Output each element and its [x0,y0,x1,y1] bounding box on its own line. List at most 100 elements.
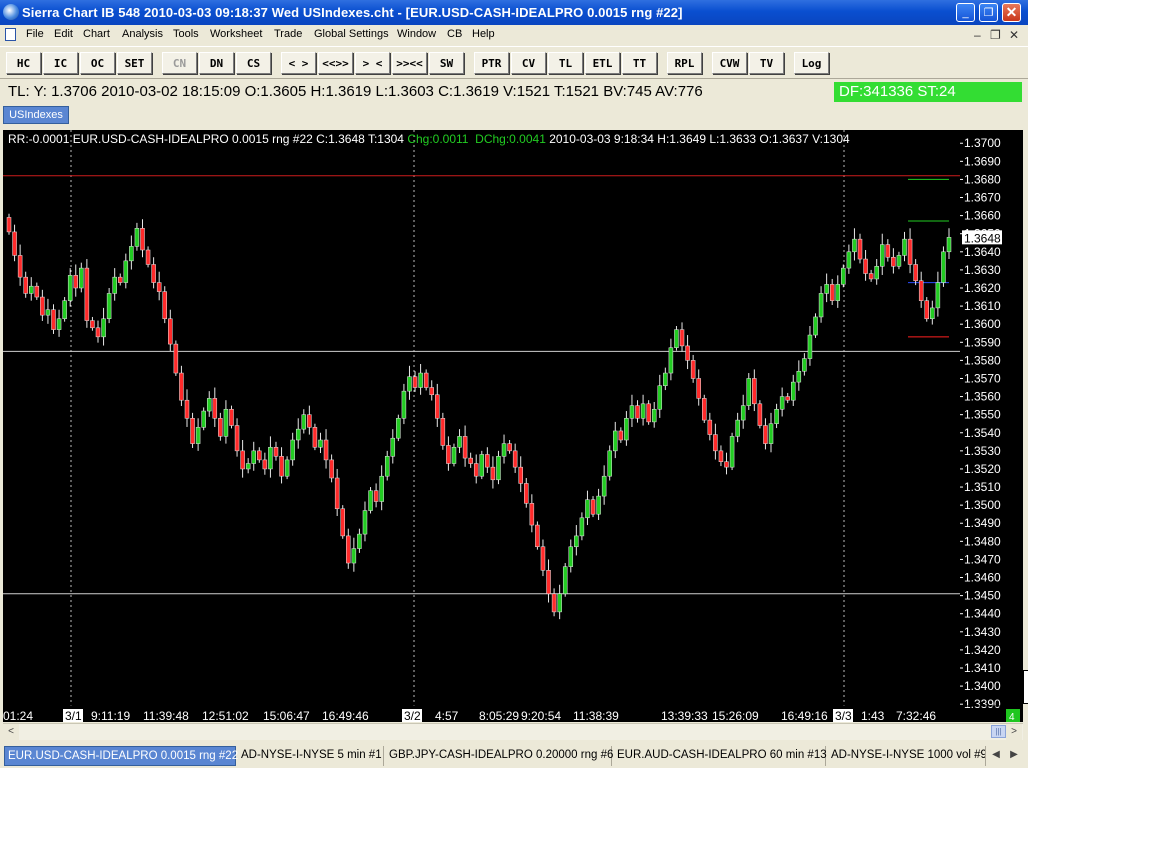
candle-up [351,548,357,564]
x-axis-date-label: 3/2 [404,709,421,722]
candle-up [245,463,251,470]
candle-up [396,418,401,439]
menu-trade[interactable]: Trade [274,28,302,40]
candle-down [713,434,718,452]
toolbar-button-etl[interactable]: ETL [585,52,620,74]
scroll-left-button[interactable]: < [3,724,19,740]
menu-file[interactable]: File [26,28,44,40]
y-axis-label: 1.3660 [964,209,1001,223]
tab-next-icon[interactable]: ▶ [1006,747,1022,763]
toolbar-button-log[interactable]: Log [794,52,829,74]
document-icon[interactable] [5,28,16,41]
tool-info-bar: TL: Y: 1.3706 2010-03-02 18:15:09 O:1.36… [0,80,1028,104]
menu-tools[interactable]: Tools [173,28,199,40]
mdi-minimize-button[interactable]: – [974,28,981,42]
toolbar-button-tl[interactable]: TL [548,52,583,74]
toolbar-button-set[interactable]: SET [117,52,152,74]
toolbar-button-compress[interactable]: > < [355,52,390,74]
candle-up [357,533,362,549]
toolbar-button-ptr[interactable]: PTR [474,52,509,74]
candle-down [551,593,557,613]
chart-tab-gbpjpy[interactable]: GBP.JPY-CASH-IDEALPRO 0.20000 rng #6 [386,746,613,766]
maximize-button[interactable]: ❐ [979,3,998,22]
toolbar-button-cn[interactable]: CN [162,52,197,74]
tab-prev-icon[interactable]: ◀ [988,747,1004,763]
candle-up [45,309,51,316]
toolbar-button-tv[interactable]: TV [749,52,784,74]
chart-tab-ad-nyse-1000vol[interactable]: AD-NYSE-I-NYSE 1000 vol #9 [828,746,986,766]
minimize-button[interactable]: _ [956,3,975,22]
chart-tab-eurusd[interactable]: EUR.USD-CASH-IDEALPRO 0.0015 rng #22 [4,746,238,766]
candlestick-plot[interactable]: 1.3390 1.3400 1.3410 1.3420 1.3430 1.3440 1.34… [3,130,1023,722]
candle-down [257,450,262,461]
candle-down [907,238,913,265]
chartbook-sheet-tab[interactable]: USIndexes [3,106,69,124]
toolbar-button-ic[interactable]: IC [43,52,78,74]
x-axis-label: 9:20:54 [521,709,561,722]
candle-up [557,593,562,613]
candle-up [735,419,740,437]
mdi-restore-button[interactable]: ❐ [990,28,1001,42]
toolbar-button-compress-more[interactable]: >><< [392,52,427,74]
candle-up [106,293,112,320]
horizontal-scrollbar[interactable]: < ||| > [3,723,1023,740]
menu-chart[interactable]: Chart [83,28,110,40]
candle-down [279,456,284,477]
y-axis-label: 1.3480 [964,534,1001,548]
candle-down [512,450,518,468]
app-icon[interactable] [3,4,19,20]
candle-up [251,450,256,464]
candle-up [134,228,140,247]
candle-up [301,414,307,430]
candle-up [896,255,902,267]
toolbar-button-scroll[interactable]: < > [281,52,316,74]
candle-up [384,456,390,477]
toolbar-button-sw[interactable]: SW [429,52,464,74]
candle-up [407,376,412,392]
scroll-right-button[interactable]: > [1006,724,1022,740]
candle-down [473,463,479,477]
candle-down [618,430,624,441]
candle-down [752,378,757,405]
price-chart[interactable]: RR:-0.0001 EUR.USD-CASH-IDEALPRO 0.0015 … [3,130,1023,722]
menu-help[interactable]: Help [472,28,495,40]
candle-down [518,466,523,484]
menu-edit[interactable]: Edit [54,28,73,40]
chart-tab-ad-nyse-5min[interactable]: AD-NYSE-I-NYSE 5 min #1 [238,746,384,766]
toolbar-button-cvw[interactable]: CVW [712,52,747,74]
x-axis-label: 13:39:33 [661,709,708,722]
candle-up [28,285,34,294]
mdi-close-button[interactable]: ✕ [1009,28,1019,42]
candle-up [390,437,396,457]
menu-global-settings[interactable]: Global Settings [314,28,389,40]
candle-up [729,436,735,468]
candle-down [546,570,551,595]
menu-cb[interactable]: CB [447,28,462,40]
toolbar-button-oc[interactable]: OC [80,52,115,74]
candle-up [946,237,952,253]
x-axis-label: 15:06:47 [263,709,310,722]
title-bar[interactable]: Sierra Chart IB 548 2010-03-03 09:18:37 … [0,0,1028,25]
toolbar-button-cv[interactable]: CV [511,52,546,74]
toolbar-button-expand[interactable]: <<>> [318,52,353,74]
scroll-thumb[interactable]: ||| [991,725,1006,738]
candle-down [51,309,56,330]
chart-tab-euraud[interactable]: EUR.AUD-CASH-IDEALPRO 60 min #13 [614,746,827,766]
toolbar-button-cs[interactable]: CS [236,52,271,74]
menu-worksheet[interactable]: Worksheet [210,28,262,40]
candle-up [774,408,779,424]
toolbar-button-tt[interactable]: TT [622,52,657,74]
candle-down [340,508,345,537]
menu-window[interactable]: Window [397,28,436,40]
candle-down [690,360,696,379]
x-axis-label: 1:43 [861,709,885,722]
toolbar-button-hc[interactable]: HC [6,52,41,74]
candle-down [40,296,45,316]
y-axis-label: 1.3520 [964,462,1001,476]
candle-down [218,418,223,437]
close-button[interactable]: ✕ [1002,3,1021,22]
toolbar-button-dn[interactable]: DN [199,52,234,74]
menu-analysis[interactable]: Analysis [122,28,163,40]
toolbar-button-rpl[interactable]: RPL [667,52,702,74]
tool-info-text: TL: Y: 1.3706 2010-03-02 18:15:09 O:1.36… [8,83,703,100]
